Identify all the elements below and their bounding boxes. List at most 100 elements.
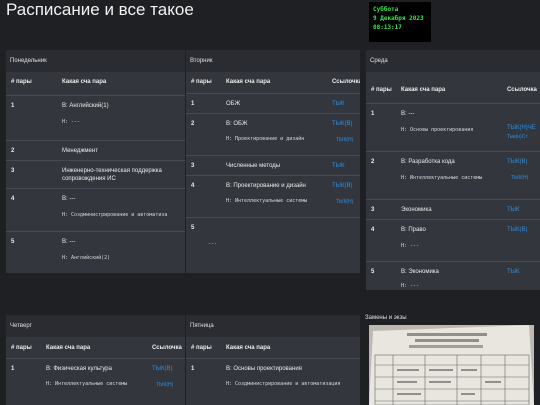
lesson-link[interactable]: ТЫК xyxy=(507,268,519,276)
table-row: 4 В: --- Н: Создминистрирование и автома… xyxy=(6,188,185,232)
exam-sheet-image xyxy=(369,325,534,405)
col-header-subject: Какая сча пара xyxy=(401,87,446,93)
pair-number: 4 xyxy=(191,183,195,189)
subject-main: Численные методы xyxy=(226,163,281,169)
col-header-num: # пары xyxy=(11,345,32,351)
col-header-subject: Какая сча пара xyxy=(46,345,91,351)
day-panel-friday: Пятница # пары Какая сча пара 1 В: Основ… xyxy=(186,315,360,405)
day-title: Понедельник xyxy=(6,50,185,72)
table-row: 1 В: Основы проектирования Н: Создминист… xyxy=(186,358,360,405)
day-title: Пятница xyxy=(186,315,360,337)
lesson-link[interactable]: ТЫК(Н) xyxy=(336,136,353,144)
subject-main: В: Проектирование и дизайн xyxy=(226,183,306,189)
lesson-link[interactable]: ТЫК(В) xyxy=(332,120,352,128)
subject-alt: Н: --- xyxy=(401,243,420,249)
table-row: 1 В: Физическая культура Н: Интеллектуал… xyxy=(6,358,185,405)
col-header-num: # пары xyxy=(191,79,212,85)
pair-number: 1 xyxy=(11,103,15,109)
col-header-subject: Какая сча пара xyxy=(226,345,271,351)
table-row: 2 Менеджмент xyxy=(6,140,185,161)
subject-main: В: Экономика xyxy=(401,269,439,275)
col-header-link: Ссылочка xyxy=(152,345,182,351)
subject-alt: Н: Английский(2) xyxy=(62,255,111,261)
table-row: 3 Экономика ТЫК xyxy=(366,199,540,220)
subject-main: В: --- xyxy=(62,196,76,202)
page-title: Расписание и все такое xyxy=(6,0,194,19)
subject-main: В: Основы проектирования xyxy=(226,366,302,372)
table-row: 1 В: Английский(1) Н: --- xyxy=(6,95,185,141)
lesson-link[interactable]: ТЫК(Н)ЧЕ xyxy=(507,124,536,132)
clock-day: Суббота xyxy=(373,6,399,13)
subject-alt: Н: Создминистрирование и автоматизация xyxy=(226,381,341,387)
pair-number: 2 xyxy=(191,121,195,127)
day-title: Вторник xyxy=(186,50,360,72)
clock-date: 9 Декабря 2023 xyxy=(373,15,424,22)
pair-number: 4 xyxy=(371,227,375,233)
day-panel-thursday: Четверг # пары Какая сча пара Ссылочка 1… xyxy=(6,315,185,405)
exams-photo[interactable] xyxy=(369,325,534,405)
pair-number: 3 xyxy=(191,163,195,169)
pair-number: 5 xyxy=(191,225,195,231)
clock-widget: Суббота 9 Декабря 2023 08:13:17 xyxy=(369,2,431,42)
lesson-link[interactable]: ТЫК(В) xyxy=(152,365,172,373)
exams-label: Замены и экзы xyxy=(365,315,407,321)
day-panel-monday: Понедельник # пары Какая сча пара 1 В: А… xyxy=(6,50,185,273)
subject-main: В: --- xyxy=(401,111,415,117)
col-header-link: Ссылочка xyxy=(332,79,360,85)
pair-number: 5 xyxy=(371,269,375,275)
subject-main: В: Разработка кода xyxy=(401,159,455,165)
day-title: Среда xyxy=(366,50,540,72)
subject-main: В: Английский(1) xyxy=(62,103,109,109)
lesson-link[interactable]: Тык(н)Ст xyxy=(507,133,528,141)
clock-time: 08:13:17 xyxy=(373,24,402,31)
table-row: 3 Численные методы ТЫК xyxy=(186,155,360,176)
day-title: Четверг xyxy=(6,315,185,337)
subject-alt: Н: --- xyxy=(401,283,420,289)
table-row: 2 В: ОБЖ Н: Проектирование и дизайн ТЫК(… xyxy=(186,113,360,156)
subject-alt: Н: Интеллектуальные системы xyxy=(401,175,483,181)
pair-number: 1 xyxy=(191,366,195,372)
lesson-link[interactable]: ТЫК(В) xyxy=(507,158,527,166)
lesson-link[interactable]: ТЫК(Н) xyxy=(156,381,173,389)
subject-main: В: --- xyxy=(62,239,76,245)
subject-main: В: Физическая культура xyxy=(46,366,112,372)
pair-number: 1 xyxy=(371,111,375,117)
subject-main: В: Право xyxy=(401,227,426,233)
table-row: 5 В: --- Н: Английский(2) xyxy=(6,231,185,273)
lesson-link[interactable]: ТЫК xyxy=(507,206,519,214)
table-row: 1 В: --- Н: Основы проектирования ТЫК(Н)… xyxy=(366,103,540,152)
pair-number: 2 xyxy=(371,159,375,165)
lesson-link[interactable]: ТЫК(Н) xyxy=(511,174,528,182)
table-row: 5 В: Экономика Н: --- ТЫК xyxy=(366,261,540,290)
subject-alt: Н: Основы проектирования xyxy=(401,127,474,133)
subject-alt: --- xyxy=(208,241,218,247)
col-header-subject: Какая сча пара xyxy=(226,79,271,85)
table-row: 4 В: Право Н: --- ТЫК(В) xyxy=(366,219,540,262)
subject-main: ОБЖ xyxy=(226,101,241,107)
pair-number: 3 xyxy=(371,207,375,213)
pair-number: 2 xyxy=(11,148,15,154)
pair-number: 4 xyxy=(11,196,15,202)
subject-main: В: ОБЖ xyxy=(226,121,248,127)
subject-alt: Н: Проектирование и дизайн xyxy=(226,136,305,142)
subject-main: Инженерно-техническая поддержка сопровож… xyxy=(62,168,162,182)
pair-number: 5 xyxy=(11,239,15,245)
pair-number: 1 xyxy=(191,101,195,107)
col-header-num: # пары xyxy=(11,79,32,85)
table-row: 4 В: Проектирование и дизайн Н: Интеллек… xyxy=(186,175,360,218)
table-row: 1 ОБЖ ТЫК xyxy=(186,93,360,114)
day-panel-wednesday: Среда # пары Какая сча пара Ссылочка 1 В… xyxy=(366,50,540,290)
col-header-link: Ссылочка xyxy=(507,87,537,93)
lesson-link[interactable]: ТЫК(В) xyxy=(507,226,527,234)
table-row: 3 Инженерно-техническая поддержка сопров… xyxy=(6,160,185,189)
subject-alt: Н: --- xyxy=(62,119,81,125)
lesson-link[interactable]: ТЫК(В) xyxy=(332,182,352,190)
lesson-link[interactable]: ТЫК(Н) xyxy=(336,198,353,206)
subject-main: Экономика xyxy=(401,207,432,213)
lesson-link[interactable]: ТЫК xyxy=(332,162,344,170)
lesson-link[interactable]: ТЫК xyxy=(332,100,344,108)
pair-number: 3 xyxy=(11,168,15,174)
subject-alt: Н: Создминистрирование и автоматиза xyxy=(62,212,168,218)
col-header-num: # пары xyxy=(371,87,392,93)
day-panel-tuesday: Вторник # пары Какая сча пара Ссылочка 1… xyxy=(186,50,360,273)
